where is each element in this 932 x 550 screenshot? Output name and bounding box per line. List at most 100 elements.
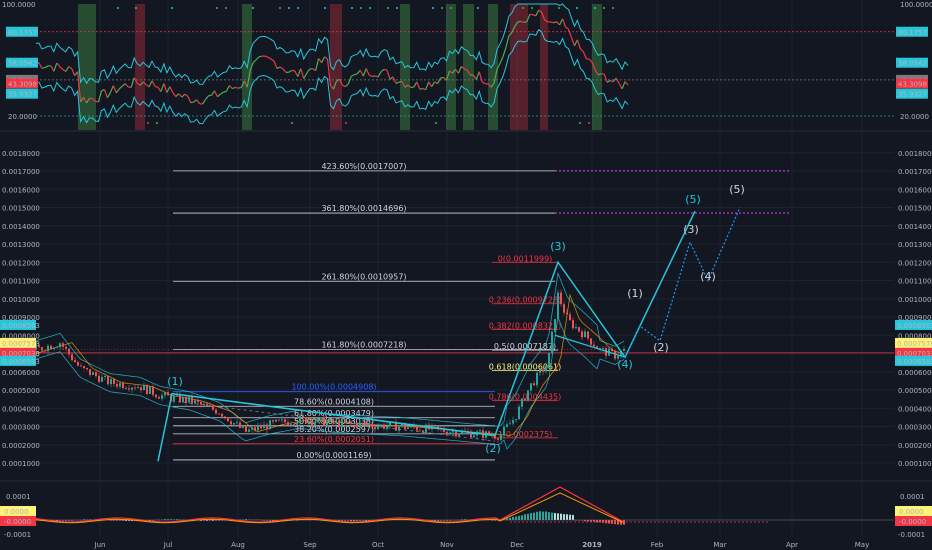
candle-body — [455, 431, 457, 437]
candle-body — [593, 344, 595, 347]
candle-body — [527, 390, 529, 401]
price-tick-label: 0.0013000 — [898, 241, 932, 249]
oscillator-top-dot — [477, 7, 479, 9]
candle-body — [602, 348, 604, 349]
candle-body — [503, 426, 505, 435]
oscillator-value-marker-label: 58.0542 — [898, 60, 927, 68]
candle-body — [185, 396, 187, 403]
candle-body — [41, 347, 43, 351]
time-tick-label: Dec — [510, 541, 524, 549]
candle-body — [533, 383, 535, 386]
oscillator-bottom-dot — [579, 122, 581, 124]
oscillator-tick-label: 100.0000 — [900, 1, 932, 9]
oscillator-value-marker-label: 80.1757 — [8, 29, 37, 37]
candle-body — [404, 424, 406, 429]
candle-body — [497, 438, 499, 440]
candle-body — [110, 379, 112, 385]
oscillator-line-segment — [235, 86, 239, 89]
oscillator-top-dot — [135, 7, 137, 9]
macd-bar — [518, 515, 520, 520]
oscillator-top-dot — [387, 7, 389, 9]
price-tick-label: 0.0010000 — [2, 296, 40, 304]
candle-body — [434, 424, 436, 426]
time-tick-label: Oct — [372, 541, 384, 549]
candle-body — [236, 422, 238, 424]
candle-body — [131, 387, 133, 390]
candle-body — [101, 376, 103, 382]
oscillator-zone — [446, 4, 456, 130]
oscillator-value-marker-label: 80.1757 — [898, 29, 927, 37]
candle-body — [578, 327, 580, 332]
candle-body — [557, 292, 559, 319]
candle-body — [200, 402, 202, 405]
wave-label: (1) — [167, 375, 183, 388]
price-tick-label: 0.0014000 — [898, 223, 932, 231]
oscillator-top-dot — [360, 7, 362, 9]
candle-body — [416, 427, 418, 431]
candle-body — [59, 343, 61, 347]
oscillator-top-dot — [117, 7, 119, 9]
oscillator-value-marker-label: 43.3098 — [898, 80, 927, 88]
macd-bar — [554, 513, 556, 520]
macd-tick-label: 0.0001 — [900, 493, 925, 501]
oscillator-top-dot — [522, 7, 524, 9]
oscillator-line-segment — [372, 75, 376, 78]
price-tick-label: 0.0001000 — [898, 460, 932, 468]
macd-bar — [524, 514, 526, 520]
macd-bar — [596, 520, 598, 523]
candle-body — [62, 343, 64, 347]
candle-body — [278, 419, 280, 421]
oscillator-value-marker-label: 35.9327 — [8, 91, 37, 99]
macd-bar — [548, 512, 550, 520]
candle-body — [515, 419, 517, 421]
candle-body — [206, 403, 208, 406]
oscillator-top-dot — [369, 7, 371, 9]
candle-body — [572, 320, 574, 329]
macd-bar — [530, 513, 532, 520]
wave-label: (5) — [729, 183, 745, 196]
candle-body — [188, 396, 190, 403]
macd-bar — [515, 516, 517, 520]
macd-bar — [557, 513, 559, 520]
price-tick-label: 0.0002000 — [898, 442, 932, 450]
price-tick-label: 0.0005000 — [898, 387, 932, 395]
price-tick-label: 0.0005000 — [2, 387, 40, 395]
candle-body — [239, 422, 241, 428]
candle-body — [419, 430, 421, 432]
price-tick-label: 0.0016000 — [898, 186, 932, 194]
time-tick-label: Jul — [163, 541, 173, 549]
macd-bar — [542, 511, 544, 520]
candle-body — [242, 426, 244, 428]
oscillator-line-segment — [223, 90, 227, 93]
oscillator-zone — [540, 4, 548, 130]
candle-body — [263, 424, 265, 429]
candle-body — [308, 421, 310, 424]
price-tick-label: 0.0018000 — [2, 150, 40, 158]
price-tick-label: 0.0001000 — [2, 460, 40, 468]
oscillator-line-segment — [41, 66, 46, 69]
candle-body — [296, 423, 298, 425]
macd-bar — [563, 514, 565, 520]
macd-bar — [602, 520, 604, 523]
candle-body — [182, 396, 184, 403]
candle-body — [224, 416, 226, 418]
price-marker-left-label: 0.0006593 — [2, 358, 40, 366]
oscillator-zone — [135, 4, 145, 130]
candle-body — [191, 396, 193, 404]
oscillator-zone — [488, 4, 498, 130]
oscillator-top-dot — [297, 7, 299, 9]
candle-body — [44, 350, 46, 352]
price-tick-label: 0.0012000 — [2, 259, 40, 267]
candle-body — [359, 422, 361, 428]
oscillator-zone — [510, 4, 528, 130]
candle-body — [458, 434, 460, 437]
oscillator-line-segment — [550, 21, 554, 24]
oscillator-top-dot — [252, 7, 254, 9]
candle-body — [623, 348, 625, 351]
chart-canvas[interactable]: 423.60%(0.0017007) 361.80%(0.0014696) 261.… — [0, 0, 932, 550]
macd-bar — [521, 515, 523, 520]
candle-body — [479, 430, 481, 432]
oscillator-top-dot — [594, 7, 596, 9]
fib-extension-label: 100.00%(0.0004908) — [291, 383, 376, 392]
price-tick-label: 0.0012000 — [898, 259, 932, 267]
